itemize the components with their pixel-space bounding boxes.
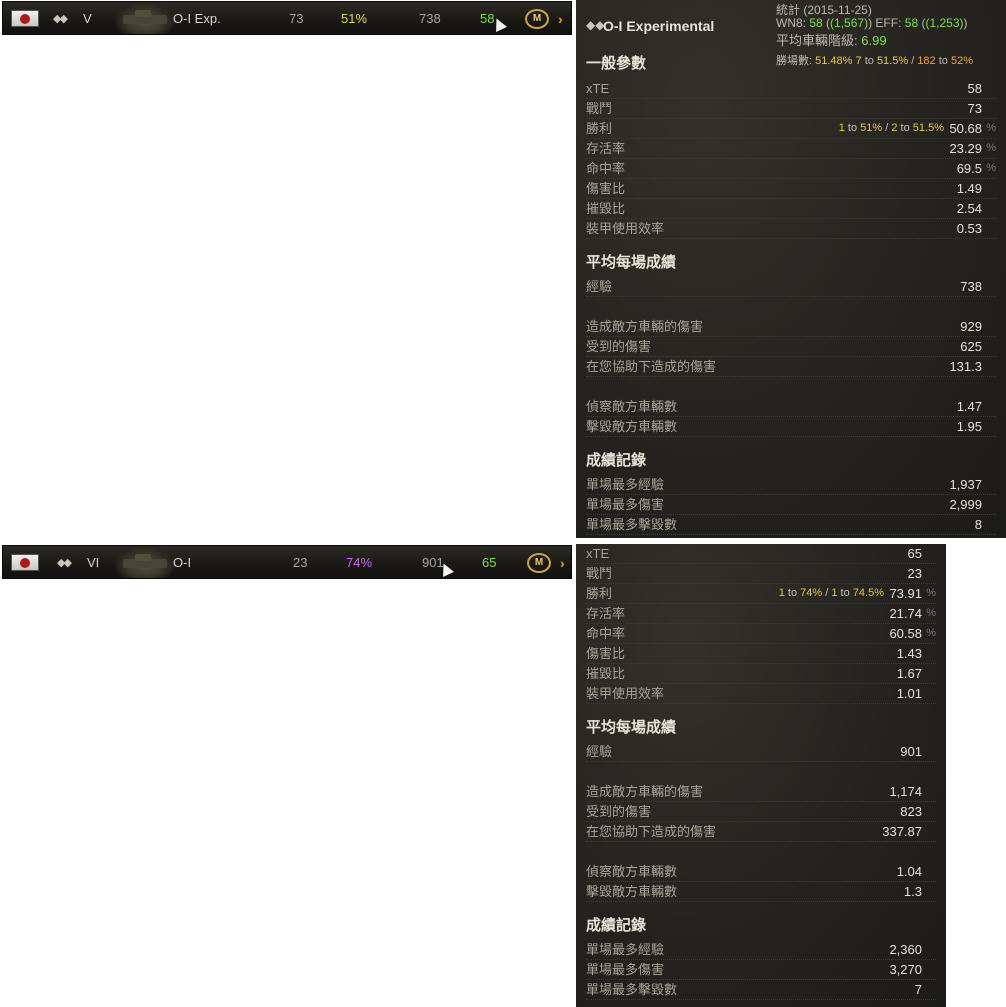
mastery-badge-icon: M (527, 553, 551, 573)
stat-row-kill-ratio: 摧毀比 2.54 (586, 199, 996, 219)
avg-xp-value: 738 (419, 11, 441, 26)
tank-row-o-i[interactable]: ◆◆ VI O-I 23 74% 901 65 M › (2, 545, 572, 579)
stat-row-dmg-recv: 受到的傷害 823 (586, 802, 936, 822)
tank-name: O-I (173, 555, 192, 570)
stats-panel-o-i: xTE 65 戰鬥 23 勝利 1 to 74% / 1 to 74.5% 73.9… (576, 544, 946, 1007)
tank-image (115, 548, 175, 578)
stat-row-max-dmg: 單場最多傷害 3,270 (586, 960, 936, 980)
stat-row-hit: 命中率 69.5% (586, 159, 996, 179)
section-records: 成績記錄 (586, 452, 647, 469)
stat-row-armor-eff: 裝甲使用效率 0.53 (586, 219, 996, 239)
stat-row-survival: 存活率 23.29% (586, 139, 996, 159)
winrate-value: 51% (341, 11, 368, 26)
stat-row-survival: 存活率 21.74% (586, 604, 936, 624)
avg-xp-value: 901 (422, 555, 444, 570)
rating-value: 65 (482, 555, 497, 570)
section-average: 平均每場成績 (586, 254, 677, 271)
stat-row-max-kills: 單場最多擊毀數 8 (586, 515, 996, 535)
tank-row-o-i-exp[interactable]: ◆◆ V O-I Exp. 73 51% 738 58 M › (2, 1, 572, 35)
medium-tank-icon: ◆◆ (586, 18, 605, 32)
tier-label: V (83, 11, 92, 26)
japan-flag-icon (11, 554, 39, 571)
wins-needed-extra: 1 to 51% / 2 to 51.5% (838, 122, 944, 134)
stat-row-dmg-dealt: 造成敵方車輛的傷害 1,174 (586, 782, 936, 802)
stat-row-armor-eff: 裝甲使用效率 1.01 (586, 684, 936, 704)
stat-row-spotted: 偵察敵方車輛數 1.04 (586, 862, 936, 882)
tier-label: VI (87, 555, 100, 570)
mastery-badge-icon: M (525, 9, 549, 29)
stat-row-battles: 戰鬥 73 (586, 99, 996, 119)
stat-row-exp: 經驗 901 (586, 742, 936, 762)
stat-row-exp: 經驗 738 (586, 277, 996, 297)
stat-row-kill-ratio: 摧毀比 1.67 (586, 664, 936, 684)
tank-image (115, 4, 175, 34)
stat-row-xte: xTE 65 (586, 544, 936, 564)
wins-needed-line: 勝場數: 51.48% 7 to 51.5% / 182 to 52% (776, 55, 974, 67)
stat-row-dmg-dealt: 造成敵方車輛的傷害 929 (586, 317, 996, 337)
medium-tank-icon: ◆◆ (53, 13, 68, 25)
stat-row-max-dmg: 單場最多傷害 2,999 (586, 495, 996, 515)
stat-row-wins: 勝利 1 to 74% / 1 to 74.5% 73.91% (586, 584, 936, 604)
winrate-value: 74% (346, 555, 373, 570)
chevron-right-icon[interactable]: › (560, 546, 565, 580)
medium-tank-icon: ◆◆ (57, 557, 72, 569)
stat-row-battles: 戰鬥 23 (586, 564, 936, 584)
panel-title: O-I Experimental (603, 18, 715, 34)
wins-needed-extra: 1 to 74% / 1 to 74.5% (778, 587, 884, 599)
stat-row-spotted: 偵察敵方車輛數 1.47 (586, 397, 996, 417)
stat-row-wins: 勝利 1 to 51% / 2 to 51.5% 50.68% (586, 119, 996, 139)
battles-count: 73 (289, 11, 304, 26)
stat-row-assist: 在您協助下造成的傷害 131.3 (586, 357, 996, 377)
stat-row-max-xp: 單場最多經驗 1,937 (586, 475, 996, 495)
stat-row-max-kills: 單場最多擊毀數 7 (586, 980, 936, 1000)
stat-row-xte: xTE 58 (586, 79, 996, 99)
stat-row-assist: 在您協助下造成的傷害 337.87 (586, 822, 936, 842)
stat-row-destroyed: 擊毀敵方車輛數 1.3 (586, 882, 936, 902)
battles-count: 23 (293, 555, 308, 570)
stat-row-destroyed: 擊毀敵方車輛數 1.95 (586, 417, 996, 437)
chevron-right-icon[interactable]: › (558, 2, 563, 36)
japan-flag-icon (11, 10, 39, 27)
stat-row-hit: 命中率 60.58% (586, 624, 936, 644)
stat-row-dmg-recv: 受到的傷害 625 (586, 337, 996, 357)
rating-value: 58 (480, 11, 495, 26)
section-records: 成績記錄 (586, 917, 647, 934)
stat-row-dmg-ratio: 傷害比 1.43 (586, 644, 936, 664)
avg-tier-line: 平均車輛階級: 6.99 (776, 33, 887, 48)
stats-panel-o-i-experimental: ◆◆ O-I Experimental 統計 (2015-11-25) WN8:… (576, 0, 1006, 538)
wn8-eff-line: WN8: 58 ((1,567)) EFF: 58 ((1,253)) (776, 16, 968, 30)
section-general: 一般參數 (586, 55, 647, 72)
tank-name: O-I Exp. (173, 11, 221, 26)
section-average: 平均每場成績 (586, 719, 677, 736)
stat-row-dmg-ratio: 傷害比 1.49 (586, 179, 996, 199)
stat-row-max-xp: 單場最多經驗 2,360 (586, 940, 936, 960)
